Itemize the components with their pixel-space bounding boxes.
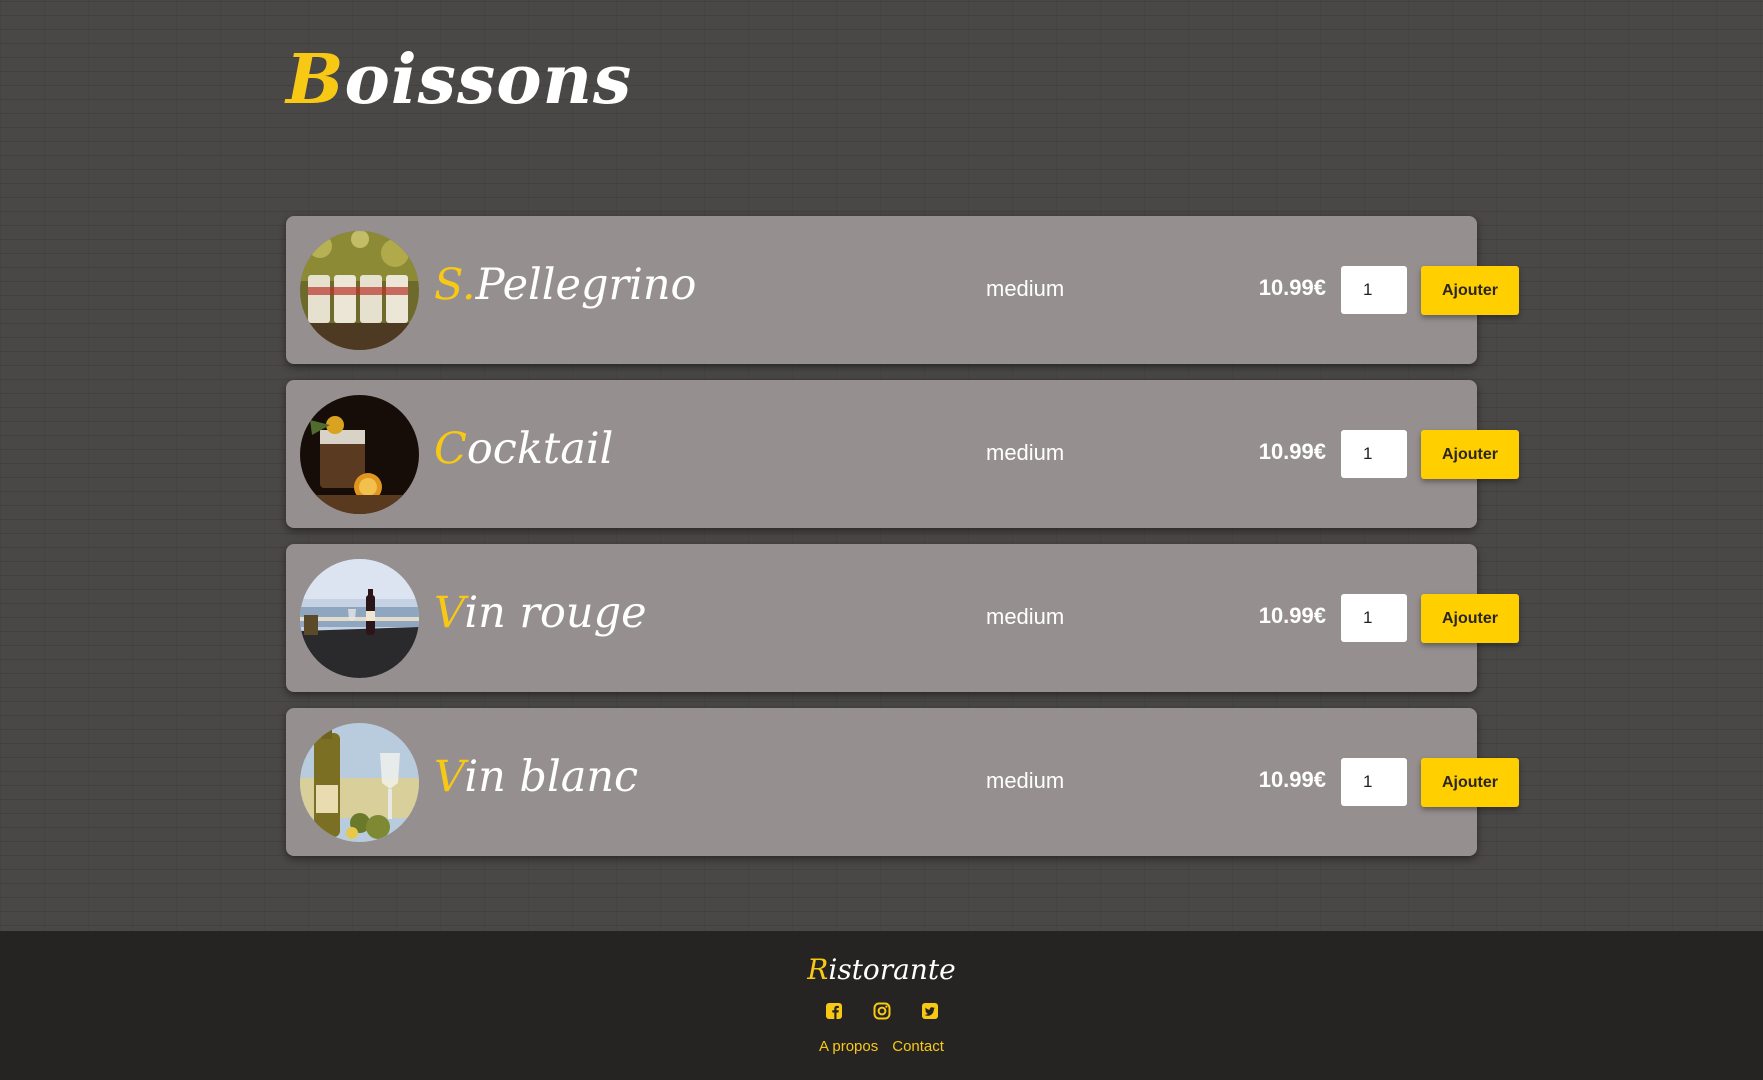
twitter-icon[interactable] [921,1002,939,1020]
add-to-cart-button[interactable]: Ajouter [1421,594,1519,643]
instagram-icon[interactable] [873,1002,891,1020]
white-wine-bottle-photo [300,723,419,842]
facebook-icon[interactable] [825,1002,843,1020]
main-content: Boissons S.Pellegrino medium 10.99€ 1 Aj… [286,0,1519,931]
quantity-input[interactable] [1341,594,1407,642]
product-size: medium [986,768,1065,793]
product-price: 10.99€ [1258,767,1326,792]
add-to-cart-button[interactable]: Ajouter [1421,758,1519,807]
product-card-cocktail: Cocktail medium 10.99€ Ajouter [286,380,1519,528]
product-size: medium [986,604,1065,629]
product-price: 10.99€ [1258,439,1326,464]
add-to-cart-button[interactable]: Ajouter [1421,430,1519,479]
about-link[interactable]: A propos [819,1038,878,1055]
quantity-input[interactable] [1341,758,1407,806]
product-list: S.Pellegrino medium 10.99€ Ajouter Coc [286,216,1519,872]
add-to-cart-button[interactable]: Ajouter [1421,266,1519,315]
product-name: S.Pellegrino [434,260,697,310]
quantity-input[interactable] [1341,430,1407,478]
product-size: medium [986,276,1065,301]
social-links [0,1002,1763,1020]
page-title: Boissons [286,40,632,120]
page-title-initial: B [286,40,345,120]
product-name: Vin rouge [434,588,647,638]
product-name: Cocktail [434,424,614,474]
product-card-vin-blanc: Vin blanc medium 10.99€ Ajouter [286,708,1519,856]
footer: Ristorante A propos Contact [0,931,1763,1080]
product-price: 10.99€ [1258,603,1326,628]
footer-links: A propos Contact [0,1038,1763,1055]
product-size: medium [986,440,1065,465]
page-title-rest: oissons [344,40,633,120]
cocktail-glass-photo [300,395,419,514]
product-price: 10.99€ [1258,275,1326,300]
product-card-pellegrino: S.Pellegrino medium 10.99€ Ajouter [286,216,1519,364]
pellegrino-bottles-photo [300,231,419,350]
quantity-input[interactable] [1341,266,1407,314]
red-wine-terrace-photo [300,559,419,678]
product-card-vin-rouge: Vin rouge medium 10.99€ Ajouter [286,544,1519,692]
product-name: Vin blanc [434,752,639,802]
contact-link[interactable]: Contact [892,1038,944,1055]
footer-brand: Ristorante [807,953,956,986]
